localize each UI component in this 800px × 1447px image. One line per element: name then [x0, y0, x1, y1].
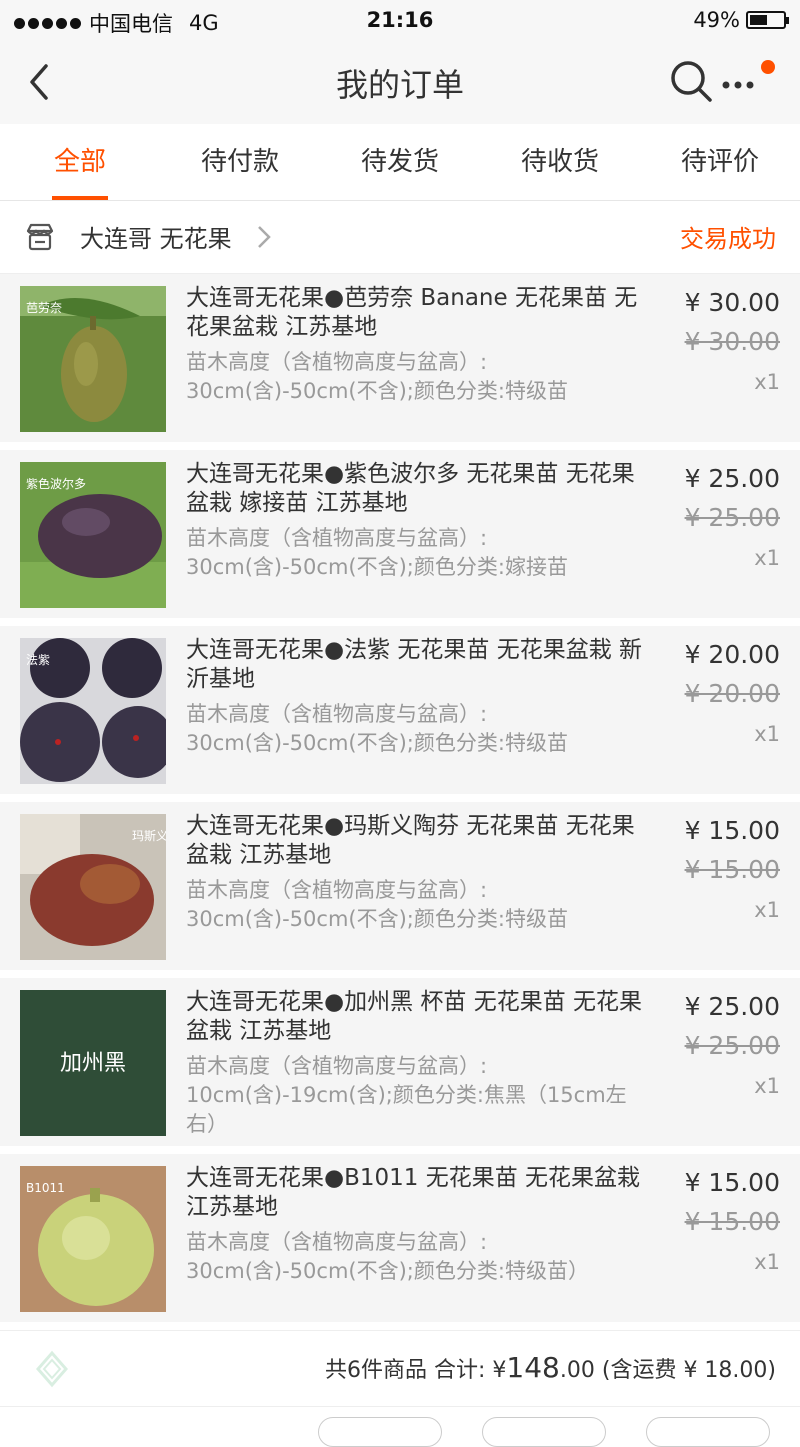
tab-pending-shipment[interactable]: 待发货 — [320, 124, 480, 200]
product-image: 紫色波尔多 — [20, 462, 166, 608]
status-right: 49% — [693, 8, 789, 32]
status-bar: 中国电信 4G 21:16 49% — [0, 0, 800, 40]
svg-text:紫色波尔多: 紫色波尔多 — [26, 476, 86, 491]
chevron-right-icon — [258, 226, 271, 248]
order-item[interactable]: 玛斯义陶芬 大连哥无花果●玛斯义陶芬 无花果苗 无花果盆栽 江苏基地 苗木高度（… — [0, 802, 800, 970]
action-button[interactable] — [318, 1417, 442, 1447]
svg-text:法紫: 法紫 — [26, 653, 50, 667]
order-item[interactable]: B1011 大连哥无花果●B1011 无花果苗 无花果盆栽 江苏基地 苗木高度（… — [0, 1154, 800, 1322]
product-image: 法紫 — [20, 638, 166, 784]
original-price: ¥ 15.00 — [684, 855, 780, 884]
product-spec: 苗木高度（含植物高度与盆高）: 30cm(含)-50cm(不含);颜色分类:特级… — [186, 702, 568, 755]
battery-icon — [746, 11, 789, 29]
quantity: x1 — [754, 1250, 780, 1274]
footer-actions — [0, 1406, 800, 1447]
quantity: x1 — [754, 722, 780, 746]
shop-name[interactable]: 大连哥 无花果 — [80, 219, 232, 254]
product-spec: 苗木高度（含植物高度与盆高）: 10cm(含)-19cm(含);颜色分类:焦黑（… — [186, 1054, 627, 1136]
total-amount: 148 — [506, 1351, 560, 1384]
order-status: 交易成功 — [680, 225, 776, 253]
original-price: ¥ 25.00 — [684, 503, 780, 532]
original-price: ¥ 20.00 — [684, 679, 780, 708]
order-item[interactable]: 芭劳奈 大连哥无花果●芭劳奈 Banane 无花果苗 无花果盆栽 江苏基地 苗木… — [0, 274, 800, 442]
product-image: 玛斯义陶芬 — [20, 814, 166, 960]
original-price: ¥ 25.00 — [684, 1031, 780, 1060]
shipping-fee: (含运费 ¥ 18.00) — [594, 1358, 776, 1383]
more-icon[interactable] — [718, 58, 780, 104]
order-total: 共6件商品 合计: ¥148.00 (含运费 ¥ 18.00) — [325, 1351, 776, 1384]
order-item[interactable]: 加州黑 大连哥无花果●加州黑 杯苗 无花果苗 无花果盆栽 江苏基地 苗木高度（含… — [0, 978, 800, 1146]
product-name[interactable]: 大连哥无花果●紫色波尔多 无花果苗 无花果盆栽 嫁接苗 江苏基地 — [186, 460, 646, 518]
product-name[interactable]: 大连哥无花果●加州黑 杯苗 无花果苗 无花果盆栽 江苏基地 — [186, 988, 646, 1046]
item-count-label: 共6件商品 合计: ¥ — [325, 1358, 507, 1383]
quantity: x1 — [754, 546, 780, 570]
product-image: B1011 — [20, 1166, 166, 1312]
product-name[interactable]: 大连哥无花果●法紫 无花果苗 无花果盆栽 新沂基地 — [186, 636, 646, 694]
product-name[interactable]: 大连哥无花果●B1011 无花果苗 无花果盆栽 江苏基地 — [186, 1164, 646, 1222]
price: ¥ 25.00 — [684, 992, 780, 1021]
notification-dot — [761, 60, 775, 74]
nav-bar: 我的订单 — [0, 40, 800, 124]
quantity: x1 — [754, 898, 780, 922]
tab-pending-receipt[interactable]: 待收货 — [480, 124, 640, 200]
tab-all[interactable]: 全部 — [0, 124, 160, 200]
order-summary: 共6件商品 合计: ¥148.00 (含运费 ¥ 18.00) — [0, 1330, 800, 1407]
order-tabs: 全部 待付款 待发货 待收货 待评价 — [0, 124, 800, 201]
clock: 21:16 — [366, 8, 434, 32]
order-item[interactable]: 紫色波尔多 大连哥无花果●紫色波尔多 无花果苗 无花果盆栽 嫁接苗 江苏基地 苗… — [0, 450, 800, 618]
svg-text:加州黑: 加州黑 — [60, 1051, 126, 1076]
shop-icon — [26, 223, 54, 251]
product-spec: 苗木高度（含植物高度与盆高）: 30cm(含)-50cm(不含);颜色分类:特级… — [186, 1230, 589, 1283]
product-image: 芭劳奈 — [20, 286, 166, 432]
product-spec: 苗木高度（含植物高度与盆高）: 30cm(含)-50cm(不含);颜色分类:特级… — [186, 350, 568, 403]
tab-pending-payment[interactable]: 待付款 — [160, 124, 320, 200]
product-image: 加州黑 — [20, 990, 166, 1136]
action-button[interactable] — [482, 1417, 606, 1447]
search-icon[interactable] — [668, 58, 714, 104]
tab-pending-review[interactable]: 待评价 — [640, 124, 800, 200]
price: ¥ 15.00 — [684, 816, 780, 845]
price: ¥ 25.00 — [684, 464, 780, 493]
price: ¥ 30.00 — [684, 288, 780, 317]
svg-text:玛斯义陶芬: 玛斯义陶芬 — [132, 828, 166, 843]
product-spec: 苗木高度（含植物高度与盆高）: 30cm(含)-50cm(不含);颜色分类:特级… — [186, 878, 568, 931]
product-name[interactable]: 大连哥无花果●玛斯义陶芬 无花果苗 无花果盆栽 江苏基地 — [186, 812, 646, 870]
action-button[interactable] — [646, 1417, 770, 1447]
price: ¥ 15.00 — [684, 1168, 780, 1197]
svg-text:B1011: B1011 — [26, 1181, 65, 1195]
svg-text:芭劳奈: 芭劳奈 — [26, 301, 62, 315]
quantity: x1 — [754, 370, 780, 394]
price: ¥ 20.00 — [684, 640, 780, 669]
product-name[interactable]: 大连哥无花果●芭劳奈 Banane 无花果苗 无花果盆栽 江苏基地 — [186, 284, 646, 342]
product-spec: 苗木高度（含植物高度与盆高）: 30cm(含)-50cm(不含);颜色分类:嫁接… — [186, 526, 568, 579]
original-price: ¥ 30.00 — [684, 327, 780, 356]
order-item[interactable]: 法紫 大连哥无花果●法紫 无花果苗 无花果盆栽 新沂基地 苗木高度（含植物高度与… — [0, 626, 800, 794]
shop-row[interactable]: 大连哥 无花果 交易成功 — [0, 201, 800, 274]
total-decimal: .00 — [559, 1358, 595, 1383]
battery-percent: 49% — [693, 8, 740, 32]
watermark-logo — [36, 1350, 68, 1388]
quantity: x1 — [754, 1074, 780, 1098]
original-price: ¥ 15.00 — [684, 1207, 780, 1236]
